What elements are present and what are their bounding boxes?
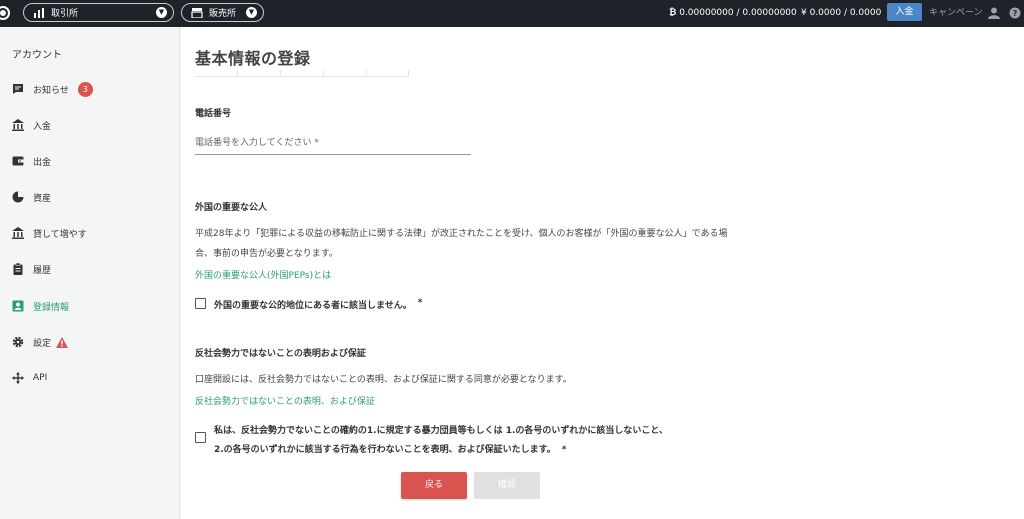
sidebar-item-deposit[interactable]: 入金 xyxy=(12,117,51,133)
help-icon[interactable]: ? xyxy=(1009,7,1021,19)
id-card-icon xyxy=(12,300,24,312)
sidebar-item-label: 入金 xyxy=(33,121,52,132)
sidebar-item-settings[interactable]: 設定 xyxy=(12,334,69,350)
sidebar-item-history[interactable]: 履歴 xyxy=(12,261,51,277)
top-bar: 取引所 ▼ 販売所 ▼ ₿ 0.00000000 / 0.00000000 ¥ … xyxy=(0,0,1024,27)
chevron-down-icon: ▼ xyxy=(156,7,167,18)
antisocial-heading: 反社会勢力ではないことの表明および保証 xyxy=(195,349,366,359)
sidebar-item-label: 設定 xyxy=(33,338,52,349)
sidebar-item-lending[interactable]: 貸して増やす xyxy=(12,225,87,241)
store-selector[interactable]: 販売所 ▼ xyxy=(181,3,264,22)
peps-checkbox-label: 外国の重要な公的地位にある者に該当しません。 xyxy=(214,301,412,311)
required-mark: * xyxy=(561,445,567,455)
antisocial-checkbox-line1: 私は、反社会勢力でないことの確約の1.に規定する暴力団員等もしくは 1.の各号の… xyxy=(214,426,669,436)
bank-icon xyxy=(12,119,24,131)
warning-icon xyxy=(56,336,69,348)
peps-checkbox-row[interactable]: 外国の重要な公的地位にある者に該当しません。 * xyxy=(195,298,422,311)
btc-balance: ₿ 0.00000000 / 0.00000000 xyxy=(669,0,797,27)
user-icon[interactable] xyxy=(988,7,1000,19)
sidebar-item-label: 資産 xyxy=(33,193,52,204)
phone-heading: 電話番号 xyxy=(195,109,232,119)
svg-text:?: ? xyxy=(1013,9,1018,18)
message-icon xyxy=(13,84,23,94)
pie-chart-icon xyxy=(12,191,24,203)
store-label: 販売所 xyxy=(209,9,237,19)
jpy-balance: ¥ 0.0000 / 0.0000 xyxy=(801,8,882,18)
btc-balance-value: 0.00000000 / 0.00000000 xyxy=(679,8,797,18)
bank-icon xyxy=(12,227,24,239)
antisocial-checkbox-row[interactable]: 私は、反社会勢力でないことの確約の1.に規定する暴力団員等もしくは 1.の各号の… xyxy=(195,422,668,460)
antisocial-link[interactable]: 反社会勢力ではないことの表明、および保証 xyxy=(195,394,375,407)
antisocial-checkbox-line2: 2.の各号のいずれかに該当する行為を行わないことを表明、および保証いたします。 xyxy=(214,445,556,455)
clipboard-icon xyxy=(13,263,23,275)
sidebar-item-assets[interactable]: 資産 xyxy=(12,189,51,205)
gear-icon xyxy=(12,336,24,348)
peps-checkbox[interactable] xyxy=(195,298,206,309)
peps-description: 平成28年より「犯罪による収益の移転防止に関する法律」が改正されたことを受け、個… xyxy=(195,229,728,259)
store-icon xyxy=(191,7,203,18)
confirm-button[interactable]: 確認 xyxy=(474,472,540,499)
deposit-button[interactable]: 入金 xyxy=(887,3,922,21)
sidebar: アカウント お知らせ 3 入金 出金 資産 貸して増やす 履歴 登録情報 設定 … xyxy=(0,27,180,519)
wallet-icon xyxy=(12,156,24,166)
sidebar-item-label: API xyxy=(33,373,48,383)
sidebar-item-label: お知らせ xyxy=(33,85,69,96)
chevron-down-icon: ▼ xyxy=(246,7,257,18)
antisocial-checkbox[interactable] xyxy=(195,432,206,443)
sidebar-item-api[interactable]: API xyxy=(12,370,47,386)
back-button[interactable]: 戻る xyxy=(401,472,467,499)
required-mark: * xyxy=(417,298,423,308)
peps-link[interactable]: 外国の重要な公人(外国PEPs)とは xyxy=(195,268,331,281)
main-content: 基本情報の登録 電話番号 外国の重要な公人 平成28年より「犯罪による収益の移転… xyxy=(181,27,1024,519)
table-stub xyxy=(195,70,409,77)
sidebar-item-registration[interactable]: 登録情報 xyxy=(12,298,69,314)
exchange-selector[interactable]: 取引所 ▼ xyxy=(23,3,174,22)
sidebar-item-label: 登録情報 xyxy=(33,302,70,313)
logo-icon[interactable] xyxy=(0,6,12,20)
peps-heading: 外国の重要な公人 xyxy=(195,203,268,213)
page-title: 基本情報の登録 xyxy=(195,49,311,68)
sidebar-item-label: 貸して増やす xyxy=(33,229,87,240)
campaign-link[interactable]: キャンペーン xyxy=(929,0,983,27)
exchange-label: 取引所 xyxy=(51,9,79,19)
antisocial-description: 口座開設には、反社会勢力ではないことの表明、および保証に関する同意が必要となりま… xyxy=(195,375,572,385)
sidebar-title: アカウント xyxy=(12,50,62,61)
sidebar-item-notifications[interactable]: お知らせ 3 xyxy=(12,81,93,97)
move-icon xyxy=(12,372,24,384)
bitcoin-icon: ₿ xyxy=(669,8,677,18)
notification-badge: 3 xyxy=(77,81,93,97)
phone-input[interactable] xyxy=(195,131,471,155)
antisocial-checkbox-label: 私は、反社会勢力でないことの確約の1.に規定する暴力団員等もしくは 1.の各号の… xyxy=(214,422,668,460)
sidebar-item-label: 出金 xyxy=(33,157,52,168)
bar-chart-icon xyxy=(34,7,44,18)
sidebar-item-label: 履歴 xyxy=(33,265,52,276)
sidebar-item-withdraw[interactable]: 出金 xyxy=(12,153,51,169)
